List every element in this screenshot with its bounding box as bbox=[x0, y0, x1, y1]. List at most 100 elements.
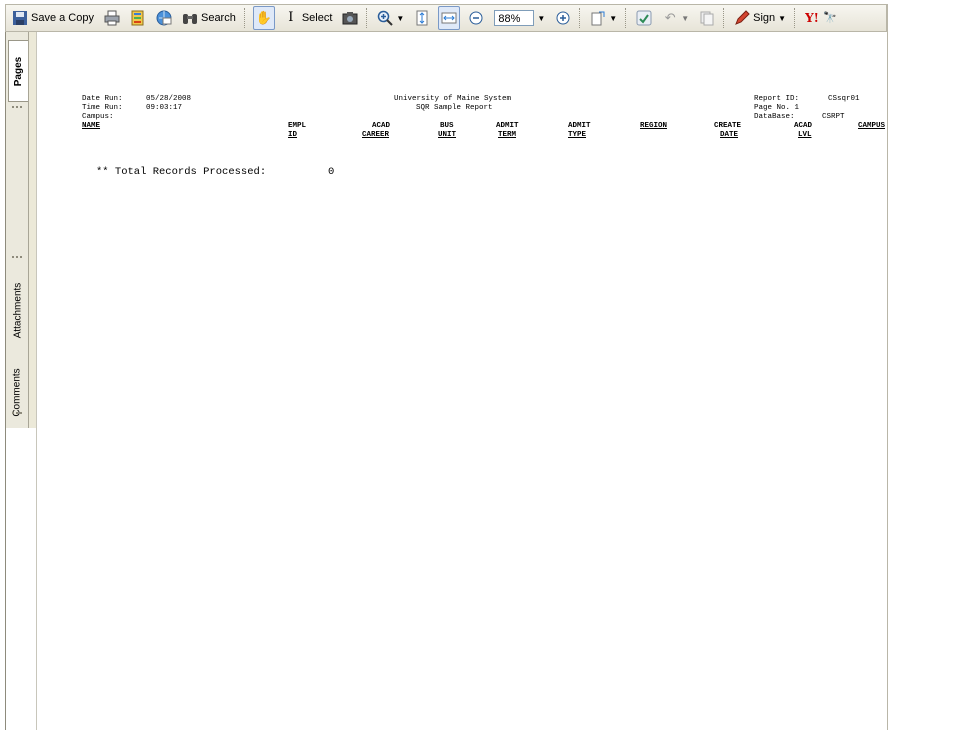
zoom-combobox[interactable]: 88% ▼ bbox=[492, 7, 547, 29]
toolbar: Save a Copy Search ✋ I Select ▼ 88% ▼ ▼ … bbox=[5, 4, 887, 32]
tab-comments-label: Comments bbox=[12, 367, 24, 417]
search-label: Search bbox=[200, 12, 236, 24]
fit-width-icon bbox=[441, 10, 457, 26]
report-title: University of Maine System bbox=[394, 95, 512, 103]
undo-button[interactable]: ↶ ▼ bbox=[660, 7, 691, 29]
zoom-out-button[interactable] bbox=[466, 7, 486, 29]
pen-icon bbox=[734, 10, 750, 26]
plus-circle-icon bbox=[555, 10, 571, 26]
col-admit-type-header-top: ADMIT bbox=[568, 122, 591, 130]
tab-pages-label: Pages bbox=[13, 56, 24, 86]
camera-icon bbox=[342, 10, 358, 26]
grip-icon bbox=[12, 106, 22, 112]
col-empl-header-top: EMPL bbox=[288, 122, 307, 130]
copy-button[interactable] bbox=[697, 7, 717, 29]
print-button[interactable] bbox=[102, 7, 122, 29]
date-run-value: 05/28/2008 bbox=[146, 95, 192, 103]
col-acad-lvl-header-top: ACAD bbox=[794, 122, 813, 130]
col-empl-header-bottom: ID bbox=[288, 131, 298, 139]
search-button[interactable]: Search bbox=[180, 7, 238, 29]
col-acad-header-top: ACAD bbox=[372, 122, 391, 130]
snapshot-button[interactable] bbox=[340, 7, 360, 29]
yahoo-logo-icon: Y! bbox=[805, 11, 819, 25]
chevron-down-icon[interactable]: ▼ bbox=[681, 14, 689, 23]
grip-icon bbox=[12, 412, 22, 418]
rotate-page-icon bbox=[590, 10, 606, 26]
tab-attachments-label: Attachments bbox=[12, 282, 23, 338]
navigation-panel: Pages Attachments Comments bbox=[5, 32, 37, 730]
sign-button[interactable]: Sign ▼ bbox=[732, 7, 788, 29]
select-tool-button[interactable]: I Select bbox=[281, 7, 335, 29]
email-button[interactable] bbox=[154, 7, 174, 29]
binoculars-icon bbox=[182, 10, 198, 26]
chevron-down-icon[interactable]: ▼ bbox=[537, 14, 545, 23]
grip-icon bbox=[12, 256, 22, 262]
tab-attachments[interactable]: Attachments bbox=[8, 264, 27, 356]
col-admit-type-header-bottom: TYPE bbox=[568, 131, 587, 139]
binoculars-icon: 🔭 bbox=[823, 12, 837, 24]
document-edge bbox=[36, 32, 37, 730]
col-campus-header: CAMPUS bbox=[858, 122, 886, 130]
col-region-header: REGION bbox=[640, 122, 668, 130]
toolbar-separator bbox=[366, 8, 369, 28]
col-admit-term-header-bottom: TERM bbox=[498, 131, 517, 139]
col-bus-header-bottom: UNIT bbox=[438, 131, 457, 139]
globe-email-icon bbox=[156, 10, 172, 26]
text-cursor-icon: I bbox=[288, 10, 294, 25]
rotate-button[interactable]: ▼ bbox=[588, 7, 619, 29]
hand-icon: ✋ bbox=[255, 10, 272, 25]
date-run-label: Date Run: bbox=[82, 95, 123, 103]
campus-label: Campus: bbox=[82, 113, 114, 121]
select-label: Select bbox=[301, 12, 333, 24]
time-run-label: Time Run: bbox=[82, 104, 123, 112]
organizer-icon bbox=[130, 10, 146, 26]
undo-arrow-icon: ↶ bbox=[664, 10, 676, 25]
col-bus-header-top: BUS bbox=[440, 122, 454, 130]
toolbar-separator bbox=[579, 8, 582, 28]
document-page: Date Run: 05/28/2008 Time Run: 09:03:17 … bbox=[38, 40, 888, 730]
chevron-down-icon[interactable]: ▼ bbox=[609, 14, 617, 23]
database-label: DataBase: bbox=[754, 113, 795, 121]
col-create-header-bottom: DATE bbox=[720, 131, 739, 139]
zoom-in-button[interactable] bbox=[553, 7, 573, 29]
side-tab-strip: Pages Attachments Comments bbox=[6, 32, 29, 428]
chevron-down-icon[interactable]: ▼ bbox=[396, 14, 404, 23]
fit-width-button[interactable] bbox=[438, 6, 461, 30]
col-name-header: NAME bbox=[82, 122, 101, 130]
toolbar-separator bbox=[243, 8, 247, 28]
floppy-disk-icon bbox=[12, 10, 28, 26]
save-copy-label: Save a Copy bbox=[31, 12, 94, 24]
report-id-label: Report ID: bbox=[754, 95, 800, 103]
zoom-input[interactable]: 88% bbox=[494, 10, 535, 26]
report-id-value: CSsqr01 bbox=[828, 95, 860, 103]
toolbar-separator bbox=[723, 8, 726, 28]
save-copy-button[interactable]: Save a Copy bbox=[10, 7, 96, 29]
zoom-in-tool-button[interactable]: ▼ bbox=[375, 7, 406, 29]
col-acad-lvl-header-bottom: LVL bbox=[798, 131, 812, 139]
time-run-value: 09:03:17 bbox=[146, 104, 183, 112]
spell-check-button[interactable] bbox=[634, 7, 654, 29]
yahoo-toolbar-button[interactable]: Y! 🔭 bbox=[803, 7, 840, 29]
spell-check-icon bbox=[636, 10, 652, 26]
organizer-button[interactable] bbox=[128, 7, 148, 29]
chevron-down-icon[interactable]: ▼ bbox=[778, 14, 786, 23]
toolbar-separator bbox=[625, 8, 628, 28]
tab-pages[interactable]: Pages bbox=[8, 40, 28, 102]
printer-icon bbox=[104, 10, 120, 26]
fit-height-button[interactable] bbox=[412, 7, 432, 29]
sign-label: Sign bbox=[753, 12, 776, 24]
database-value: CSRPT bbox=[822, 113, 845, 121]
magnifier-plus-icon bbox=[377, 10, 394, 26]
tab-comments[interactable]: Comments bbox=[8, 352, 27, 432]
minus-circle-icon bbox=[468, 10, 484, 26]
total-records-label: ** Total Records Processed: bbox=[96, 166, 267, 178]
toolbar-separator bbox=[794, 8, 797, 28]
copy-icon bbox=[699, 10, 715, 26]
hand-tool-button[interactable]: ✋ bbox=[252, 6, 275, 30]
col-admit-term-header-top: ADMIT bbox=[496, 122, 519, 130]
total-records-value: 0 bbox=[328, 166, 335, 178]
col-acad-header-bottom: CAREER bbox=[362, 131, 390, 139]
report-subtitle: SQR Sample Report bbox=[416, 104, 493, 112]
col-create-header-top: CREATE bbox=[714, 122, 742, 130]
fit-height-icon bbox=[414, 10, 430, 26]
